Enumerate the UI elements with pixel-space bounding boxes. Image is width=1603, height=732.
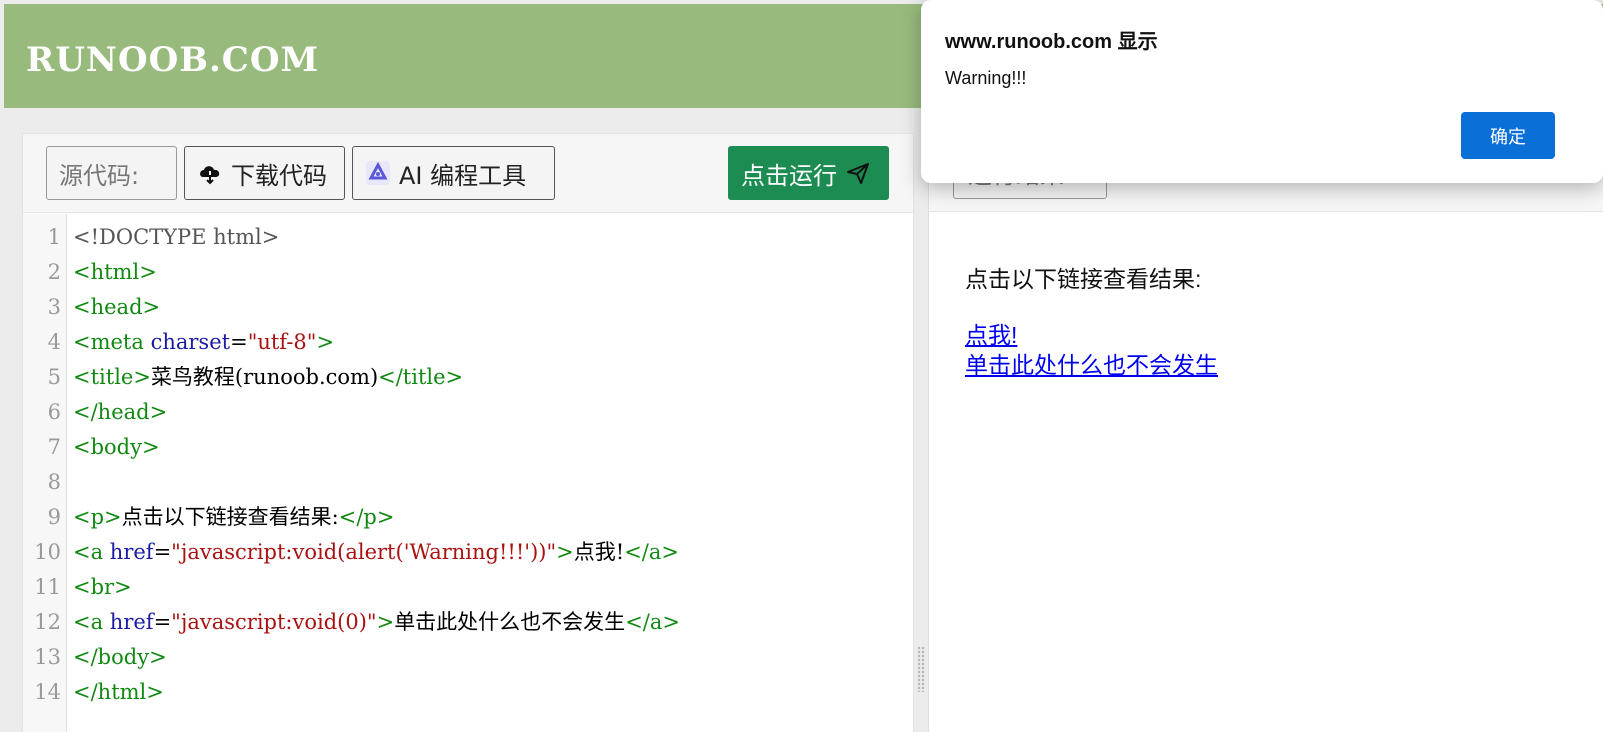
- code-token: href: [109, 610, 154, 634]
- code-line[interactable]: <!DOCTYPE html>: [73, 220, 279, 255]
- line-number: 8: [47, 470, 61, 494]
- line-number: 3: [47, 295, 61, 319]
- code-line[interactable]: </head>: [73, 395, 167, 430]
- code-line[interactable]: <html>: [73, 255, 157, 290]
- noop-link[interactable]: 单击此处什么也不会发生: [965, 346, 1218, 380]
- dialog-message: Warning!!!: [945, 68, 1027, 88]
- code-token: </p>: [338, 505, 395, 529]
- code-area[interactable]: 1 <!DOCTYPE html> 2 <html> 3 <head> 4 <meta cha…: [23, 214, 913, 732]
- code-token: charset: [150, 330, 231, 354]
- code-token: <br>: [73, 575, 132, 599]
- code-token: <html>: [73, 260, 157, 284]
- code-token: </title>: [378, 365, 464, 389]
- code-token: 点击以下链接查看结果:: [121, 505, 339, 529]
- code-line[interactable]: <a href="javascript:void(alert('Warning!…: [73, 535, 679, 570]
- dialog-title: www.runoob.com 显示: [945, 31, 1158, 53]
- line-number: 6: [47, 400, 61, 424]
- line-number: 7: [47, 435, 61, 459]
- line-number: 4: [47, 330, 61, 354]
- line-number: 10: [34, 540, 61, 564]
- code-token: <body>: [73, 435, 160, 459]
- code-token: <head>: [73, 295, 161, 319]
- result-paragraph: 点击以下链接查看结果:: [965, 266, 1202, 292]
- ai-tools-button[interactable]: AI 编程工具: [352, 146, 555, 200]
- alert-link[interactable]: 点我!: [965, 316, 1017, 350]
- ai-tools-label: AI 编程工具: [399, 161, 527, 190]
- code-line[interactable]: <meta charset="utf-8">: [73, 325, 334, 360]
- send-icon: [845, 160, 871, 186]
- code-token: <p>: [73, 505, 122, 529]
- code-token: href: [109, 540, 154, 564]
- download-code-label: 下载代码: [231, 161, 327, 190]
- code-token: <meta: [73, 330, 151, 354]
- code-token: =: [230, 330, 248, 354]
- code-token: =: [153, 610, 172, 634]
- code-token: </a>: [625, 610, 680, 634]
- code-line[interactable]: <a href="javascript:void(0)">单击此处什么也不会发生…: [73, 605, 680, 640]
- source-code-label: 源代码:: [59, 161, 140, 190]
- cloud-download-icon: [197, 160, 223, 186]
- run-button[interactable]: 点击运行: [728, 146, 889, 200]
- code-token: 菜鸟教程(runoob.com): [150, 365, 379, 389]
- panel-splitter[interactable]: [914, 108, 928, 732]
- line-number: 12: [34, 610, 61, 634]
- code-token: </head>: [73, 400, 168, 424]
- code-token: >: [556, 540, 574, 564]
- code-token: 点我!: [573, 540, 625, 564]
- code-token: </html>: [73, 680, 164, 704]
- code-token: "javascript:void(alert('Warning!!!'))": [171, 540, 557, 564]
- line-number: 14: [34, 680, 61, 704]
- code-line[interactable]: <br>: [73, 570, 132, 605]
- code-toolbar: 源代码: 下载代码 AI 编程工具 点击运行: [23, 134, 913, 213]
- code-token: <!DOCTYPE html>: [73, 225, 280, 249]
- code-line[interactable]: <title>菜鸟教程(runoob.com)</title>: [73, 360, 463, 395]
- code-token: =: [153, 540, 172, 564]
- code-token: <a: [73, 610, 110, 634]
- code-token: </body>: [73, 645, 167, 669]
- code-token: "javascript:void(0)": [171, 610, 377, 634]
- alert-dialog: www.runoob.com 显示 Warning!!! 确定: [921, 0, 1603, 183]
- code-line[interactable]: </html>: [73, 675, 164, 710]
- drag-grip-icon[interactable]: [917, 646, 925, 692]
- line-number: 5: [47, 365, 61, 389]
- dialog-ok-button[interactable]: 确定: [1461, 112, 1555, 159]
- line-number: 13: [34, 645, 61, 669]
- site-logo[interactable]: RUNOOB.COM: [26, 40, 319, 80]
- code-token: >: [316, 330, 335, 354]
- source-code-button[interactable]: 源代码:: [46, 146, 177, 200]
- line-number: 2: [47, 260, 61, 284]
- download-code-button[interactable]: 下载代码: [184, 146, 345, 200]
- run-label: 点击运行: [741, 161, 837, 190]
- line-number: 1: [47, 225, 61, 249]
- code-token: <title>: [73, 365, 151, 389]
- code-token: >: [376, 610, 395, 634]
- line-number: 9: [47, 505, 61, 529]
- code-token: <a: [73, 540, 110, 564]
- code-line[interactable]: <body>: [73, 430, 160, 465]
- result-panel: 运行结果 点击以下链接查看结果: 点我! 单击此处什么也不会发生: [928, 108, 1603, 732]
- code-editor-panel: 源代码: 下载代码 AI 编程工具 点击运行 1 <!DOCTYPE html> 2…: [22, 133, 914, 732]
- code-token: "utf-8": [247, 330, 317, 354]
- code-line[interactable]: <p>点击以下链接查看结果:</p>: [73, 500, 394, 535]
- code-line[interactable]: </body>: [73, 640, 167, 675]
- ai-logo-icon: [365, 160, 391, 186]
- code-token: 单击此处什么也不会发生: [394, 610, 626, 634]
- code-token: </a>: [624, 540, 679, 564]
- line-number: 11: [34, 575, 61, 599]
- code-line[interactable]: <head>: [73, 290, 160, 325]
